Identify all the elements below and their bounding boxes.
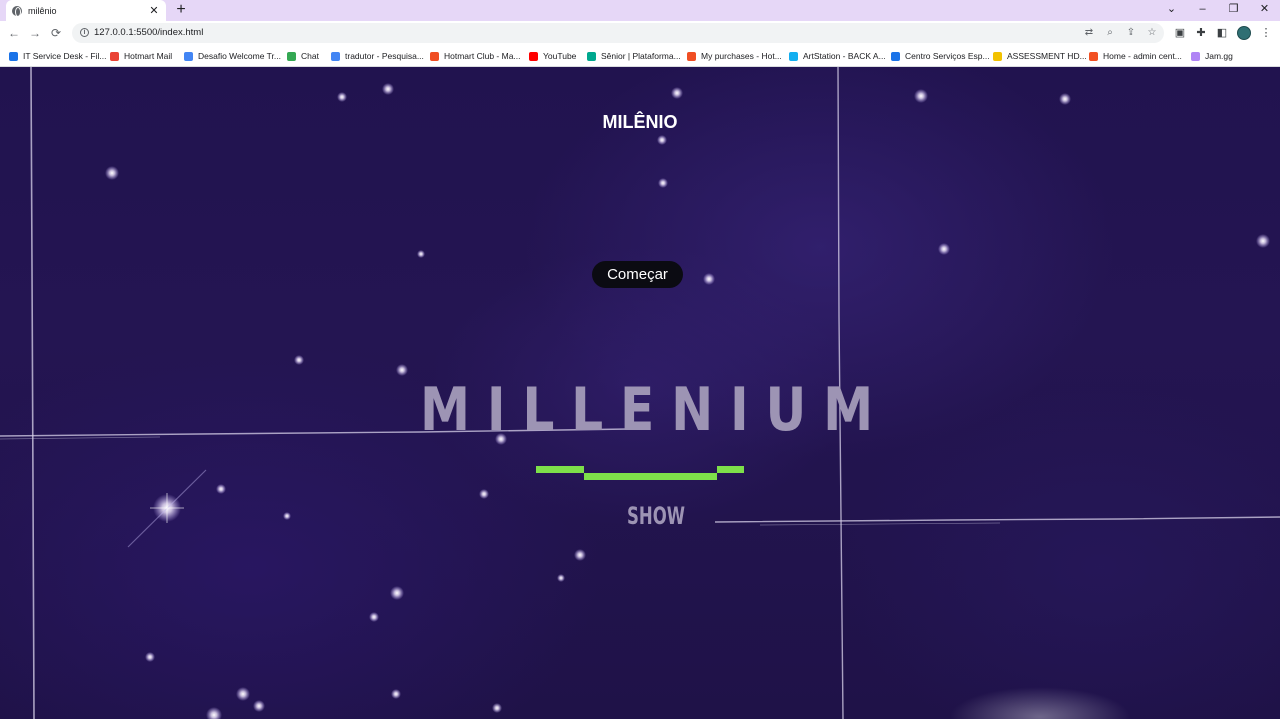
bookmark-item[interactable]: Centro Serviços Esp...: [891, 49, 990, 63]
bookmark-item[interactable]: Jam.gg: [1191, 49, 1233, 63]
bookmark-item[interactable]: Desafio Welcome Tr...: [184, 49, 281, 63]
bookmark-item[interactable]: Sênior | Plataforma...: [587, 49, 681, 63]
browser-toolbar: ← → ⟳ i 127.0.0.1:5500/index.html ⇄ ⌕ ⇪ …: [0, 21, 1280, 45]
browser-tab[interactable]: milênio ✕: [6, 0, 166, 21]
bookmark-item[interactable]: IT Service Desk - Fil...: [9, 49, 106, 63]
bookmark-favicon-icon: [184, 51, 193, 61]
bookmark-favicon-icon: [587, 51, 596, 61]
translate-icon[interactable]: ⇄: [1082, 26, 1096, 40]
logo-underline-bars: [536, 466, 744, 480]
bookmark-item[interactable]: YouTube: [529, 49, 576, 63]
side-panel-icon[interactable]: ◧: [1214, 25, 1230, 41]
forward-icon[interactable]: →: [26, 24, 44, 42]
browser-titlebar: milênio ✕ + ⌄ – ❐ ✕: [0, 0, 1280, 21]
logo-subtitle: SHOW: [627, 502, 685, 530]
bookmark-favicon-icon: [993, 51, 1002, 61]
bookmark-favicon-icon: [529, 51, 538, 61]
back-icon[interactable]: ←: [5, 24, 23, 42]
bookmark-favicon-icon: [287, 51, 296, 61]
bookmark-favicon-icon: [110, 51, 119, 61]
bookmark-item[interactable]: My purchases - Hot...: [687, 49, 782, 63]
bookmark-item[interactable]: Home - admin cent...: [1089, 49, 1182, 63]
site-info-icon[interactable]: i: [80, 28, 89, 37]
bookmark-favicon-icon: [789, 51, 798, 61]
minimize-button[interactable]: –: [1187, 0, 1218, 21]
bookmarks-bar: IT Service Desk - Fil... Hotmart Mail De…: [0, 45, 1280, 67]
tab-title: milênio: [28, 5, 57, 16]
bookmark-item[interactable]: Hotmart Mail: [110, 49, 172, 63]
bookmark-item[interactable]: Hotmart Club - Ma...: [430, 49, 521, 63]
bookmark-favicon-icon: [687, 51, 696, 61]
bookmark-favicon-icon: [331, 51, 340, 61]
bookmark-star-icon[interactable]: ☆: [1145, 26, 1159, 40]
restore-button[interactable]: ❐: [1218, 0, 1249, 21]
new-tab-button[interactable]: +: [172, 1, 190, 19]
extension-g-icon[interactable]: ▣: [1172, 25, 1188, 41]
bookmark-favicon-icon: [891, 51, 900, 61]
millenium-show-logo: MILLENIUM SHOW: [420, 375, 890, 530]
extensions-puzzle-icon[interactable]: ✚: [1193, 25, 1209, 41]
bookmark-item[interactable]: ArtStation - BACK A...: [789, 49, 886, 63]
zoom-icon[interactable]: ⌕: [1103, 26, 1117, 40]
share-icon[interactable]: ⇪: [1124, 26, 1138, 40]
url-text[interactable]: 127.0.0.1:5500/index.html: [94, 27, 203, 38]
tab-search-icon[interactable]: ⌄: [1156, 0, 1187, 21]
profile-avatar[interactable]: [1237, 26, 1251, 40]
bookmark-favicon-icon: [1191, 51, 1200, 61]
bookmark-favicon-icon: [9, 51, 18, 61]
window-controls: ⌄ – ❐ ✕: [1156, 0, 1280, 21]
bookmark-item[interactable]: ASSESSMENT HD...: [993, 49, 1087, 63]
close-window-button[interactable]: ✕: [1249, 0, 1280, 21]
page-viewport: MILÊNIO Começar MILLENIUM SHOW: [0, 67, 1280, 719]
address-bar[interactable]: i 127.0.0.1:5500/index.html ⇄ ⌕ ⇪ ☆: [72, 23, 1164, 43]
reload-icon[interactable]: ⟳: [47, 24, 65, 42]
bookmark-item[interactable]: tradutor - Pesquisa...: [331, 49, 424, 63]
bookmark-favicon-icon: [430, 51, 439, 61]
bookmark-favicon-icon: [1089, 51, 1098, 61]
bookmark-item[interactable]: Chat: [287, 49, 319, 63]
logo-word: MILLENIUM: [420, 375, 890, 445]
close-tab-icon[interactable]: ✕: [148, 5, 160, 17]
menu-kebab-icon[interactable]: ⋮: [1258, 25, 1274, 41]
globe-icon: [12, 5, 22, 17]
